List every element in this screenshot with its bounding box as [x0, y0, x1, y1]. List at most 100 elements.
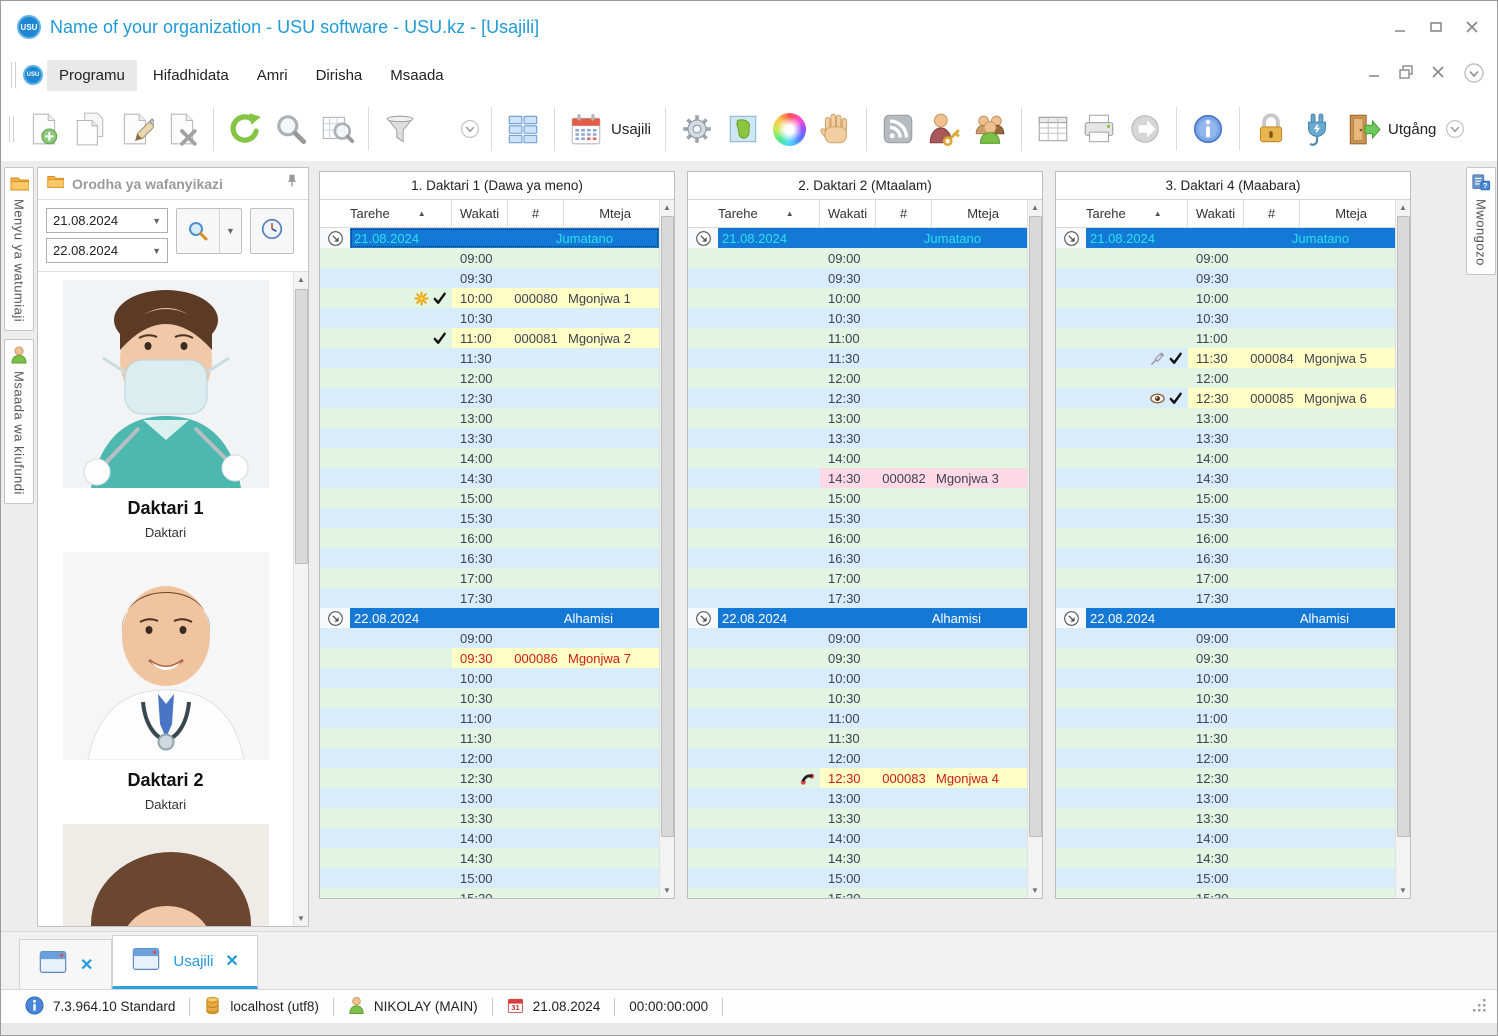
time-cell[interactable]: 13:00 [820, 788, 876, 808]
client-cell[interactable] [1300, 888, 1395, 898]
header-client[interactable]: Mteja [564, 200, 659, 227]
client-cell[interactable] [932, 248, 1027, 268]
client-cell[interactable] [1300, 308, 1395, 328]
header-time[interactable]: Wakati [820, 200, 876, 227]
number-cell[interactable] [508, 748, 564, 768]
time-row[interactable]: 15:30 [320, 888, 659, 898]
time-cell[interactable]: 17:30 [820, 588, 876, 608]
time-cell[interactable]: 15:30 [1188, 888, 1244, 899]
number-cell[interactable]: 000083 [876, 768, 932, 788]
window-tab-usajili[interactable]: Usajili ✕ [112, 935, 258, 989]
time-cell[interactable]: 14:00 [820, 828, 876, 848]
appointment-row[interactable]: 12:30 000085 Mgonjwa 6 [1056, 388, 1395, 408]
client-cell[interactable] [1300, 368, 1395, 388]
time-cell[interactable]: 13:30 [452, 808, 508, 828]
client-cell[interactable] [1300, 268, 1395, 288]
time-row[interactable]: 10:30 [320, 308, 659, 328]
time-cell[interactable]: 09:00 [1188, 628, 1244, 648]
time-row[interactable]: 17:00 [1056, 568, 1395, 588]
time-cell[interactable]: 10:30 [820, 308, 876, 328]
client-cell[interactable] [932, 848, 1027, 868]
number-cell[interactable] [876, 748, 932, 768]
client-cell[interactable] [1300, 508, 1395, 528]
number-cell[interactable] [508, 888, 564, 898]
time-row[interactable]: 10:00 [688, 668, 1027, 688]
time-cell[interactable]: 15:00 [452, 868, 508, 888]
forward-button[interactable] [1122, 103, 1168, 155]
client-cell[interactable] [932, 868, 1027, 888]
number-cell[interactable] [508, 728, 564, 748]
refresh-button[interactable] [222, 103, 268, 155]
number-cell[interactable] [508, 528, 564, 548]
time-cell[interactable]: 09:30 [452, 648, 508, 668]
lock-button[interactable] [1248, 103, 1294, 155]
time-row[interactable]: 11:30 [320, 348, 659, 368]
time-cell[interactable]: 12:30 [452, 388, 508, 408]
time-row[interactable]: 11:00 [688, 708, 1027, 728]
day-header-row[interactable]: 21.08.2024 Jumatano [688, 228, 1027, 248]
time-row[interactable]: 09:30 [1056, 268, 1395, 288]
number-cell[interactable] [508, 388, 564, 408]
header-date[interactable]: Tarehe ▲ [320, 200, 452, 227]
time-row[interactable]: 10:30 [1056, 688, 1395, 708]
time-cell[interactable]: 15:00 [820, 868, 876, 888]
child-restore-button[interactable] [1399, 65, 1414, 85]
client-cell[interactable] [932, 668, 1027, 688]
client-cell[interactable] [932, 328, 1027, 348]
number-cell[interactable] [876, 848, 932, 868]
menu-gripper[interactable] [11, 62, 16, 88]
time-row[interactable]: 12:00 [688, 748, 1027, 768]
time-row[interactable]: 16:00 [320, 528, 659, 548]
time-cell[interactable]: 12:00 [1188, 748, 1244, 768]
number-cell[interactable] [1244, 788, 1300, 808]
time-cell[interactable]: 13:30 [820, 808, 876, 828]
number-cell[interactable] [1244, 848, 1300, 868]
number-cell[interactable] [1244, 288, 1300, 308]
client-cell[interactable] [564, 368, 659, 388]
pin-icon[interactable] [284, 173, 300, 194]
doctor-photo[interactable] [62, 552, 269, 760]
scroll-down-icon[interactable]: ▼ [1396, 883, 1411, 898]
number-cell[interactable] [508, 428, 564, 448]
number-cell[interactable]: 000082 [876, 468, 932, 488]
time-row[interactable]: 11:00 [320, 708, 659, 728]
window-tab[interactable]: ✕ [19, 939, 113, 989]
time-cell[interactable]: 13:30 [1188, 428, 1244, 448]
time-cell[interactable]: 11:00 [1188, 328, 1244, 348]
client-cell[interactable] [932, 628, 1027, 648]
edit-record-button[interactable] [113, 103, 159, 155]
number-cell[interactable] [508, 668, 564, 688]
time-cell[interactable]: 12:30 [452, 768, 508, 788]
number-cell[interactable] [508, 488, 564, 508]
calendar-button-label[interactable]: Usajili [611, 121, 651, 138]
day-header-bar[interactable]: 21.08.2024 Jumatano [718, 228, 1027, 248]
number-cell[interactable] [1244, 268, 1300, 288]
number-cell[interactable] [876, 368, 932, 388]
day-header-bar[interactable]: 22.08.2024 Alhamisi [350, 608, 659, 628]
number-cell[interactable] [1244, 728, 1300, 748]
client-cell[interactable]: Mgonjwa 6 [1300, 388, 1395, 408]
client-cell[interactable] [564, 268, 659, 288]
number-cell[interactable] [508, 628, 564, 648]
day-header-row[interactable]: 22.08.2024 Alhamisi [688, 608, 1027, 628]
time-row[interactable]: 12:30 [688, 388, 1027, 408]
header-client[interactable]: Mteja [1300, 200, 1395, 227]
time-cell[interactable]: 12:30 [820, 768, 876, 788]
client-cell[interactable] [932, 488, 1027, 508]
time-cell[interactable]: 15:00 [452, 488, 508, 508]
number-cell[interactable] [876, 428, 932, 448]
tab-close-icon[interactable]: ✕ [80, 955, 93, 975]
time-cell[interactable]: 10:00 [820, 288, 876, 308]
time-row[interactable]: 15:00 [688, 868, 1027, 888]
time-row[interactable]: 13:30 [1056, 808, 1395, 828]
scrollbar-thumb[interactable] [1396, 216, 1410, 838]
client-cell[interactable] [1300, 808, 1395, 828]
time-cell[interactable]: 13:00 [1188, 408, 1244, 428]
collapse-day-icon[interactable] [320, 228, 350, 248]
toolbar-overflow-icon[interactable] [457, 116, 483, 142]
time-row[interactable]: 13:00 [320, 788, 659, 808]
time-cell[interactable]: 15:30 [452, 508, 508, 528]
menu-overflow-icon[interactable] [1463, 62, 1485, 89]
time-cell[interactable]: 10:30 [1188, 688, 1244, 708]
number-cell[interactable] [1244, 688, 1300, 708]
